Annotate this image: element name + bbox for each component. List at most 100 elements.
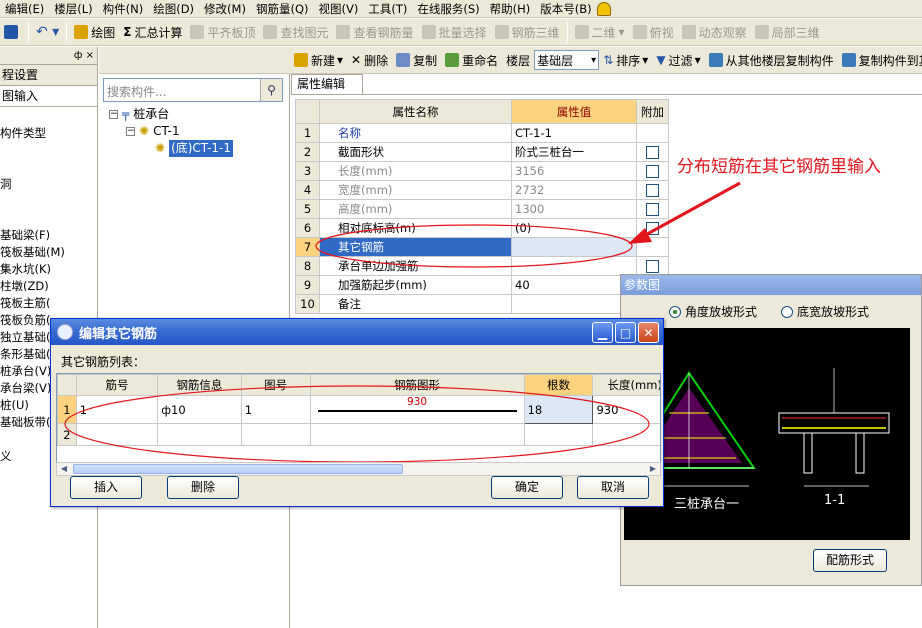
table-row[interactable]: 4 宽度(mm) 2732 — [295, 180, 669, 200]
menu-help[interactable]: 帮助(H) — [485, 1, 536, 17]
cell-prop-name[interactable]: 截面形状 — [319, 142, 512, 162]
copy-from-other-floor-button[interactable]: 从其他楼层复制构件 — [705, 49, 838, 71]
list-item[interactable] — [0, 210, 97, 227]
menu-floor[interactable]: 楼层(L) — [49, 1, 97, 17]
new-button[interactable]: 新建 ▾ — [290, 49, 347, 71]
collapse-icon[interactable]: − — [109, 110, 118, 119]
insert-button[interactable]: 插入 — [70, 476, 142, 499]
list-item[interactable] — [0, 142, 97, 159]
menu-online[interactable]: 在线服务(S) — [412, 1, 484, 17]
search-input[interactable]: 搜索构件... ⚲ — [103, 78, 283, 102]
cell-extra[interactable] — [636, 161, 669, 181]
cell-prop-value[interactable] — [511, 294, 637, 314]
cell-prop-name[interactable]: 加强筋起步(mm) — [319, 275, 512, 295]
list-item[interactable]: 洞 — [0, 176, 97, 193]
cell-prop-value[interactable]: 40 — [511, 275, 637, 295]
filter-button[interactable]: ▼ 过滤 ▾ — [652, 49, 704, 71]
local-3d-button[interactable]: 局部三维 — [751, 21, 824, 43]
cell-prop-value[interactable]: 2732 — [511, 180, 637, 200]
tab-project-settings[interactable]: 程设置 — [0, 65, 97, 86]
tab-property-edit[interactable]: 属性编辑 — [291, 74, 363, 94]
list-item[interactable]: 基础梁(F) — [0, 227, 97, 244]
cell-prop-name[interactable]: 相对底标高(m) — [319, 218, 512, 238]
cell-extra[interactable] — [636, 123, 669, 143]
copy-to-other-floor-button[interactable]: 复制构件到其他楼层 — [838, 49, 922, 71]
list-item[interactable]: 筏板主筋( — [0, 295, 97, 312]
radio-angle-slope[interactable]: 角度放坡形式 — [669, 303, 757, 320]
menu-rebar-qty[interactable]: 钢筋量(Q) — [251, 1, 314, 17]
find-element-button[interactable]: 查找图元 — [259, 21, 332, 43]
search-button[interactable]: ⚲ — [260, 79, 282, 101]
cell-prop-name[interactable]: 名称 — [319, 123, 512, 143]
radio-bottom-width-slope[interactable]: 底宽放坡形式 — [781, 303, 869, 320]
cell-extra[interactable] — [636, 256, 669, 276]
delete-row-button[interactable]: 删除 — [167, 476, 239, 499]
tree-node-root[interactable]: − ╤ 桩承台 — [109, 106, 233, 123]
dynamic-view-button[interactable]: 动态观察 — [678, 21, 751, 43]
rename-button[interactable]: 重命名 — [441, 49, 502, 71]
cell-prop-name[interactable]: 宽度(mm) — [319, 180, 512, 200]
extra-checkbox[interactable] — [646, 184, 659, 197]
cell-extra[interactable] — [636, 199, 669, 219]
cell-prop-value[interactable]: 3156 — [511, 161, 637, 181]
menu-view[interactable]: 视图(V) — [313, 1, 363, 17]
maximize-button[interactable]: □ — [615, 322, 636, 343]
table-row[interactable]: 10 备注 — [295, 294, 669, 314]
table-row[interactable]: 9 加强筋起步(mm) 40 — [295, 275, 669, 295]
table-row[interactable]: 1 名称 CT-1-1 — [295, 123, 669, 143]
table-row[interactable]: 8 承台单边加强筋 — [295, 256, 669, 276]
pin-close-icons[interactable]: ф × — [74, 50, 94, 61]
extra-checkbox[interactable] — [646, 203, 659, 216]
cell-extra[interactable] — [636, 237, 669, 257]
sum-calc-button[interactable]: Σ 汇总计算 — [119, 21, 186, 43]
list-item[interactable] — [0, 193, 97, 210]
rebar-3d-button[interactable]: 钢筋三维 — [491, 21, 564, 43]
delete-button[interactable]: ✕ 删除 — [347, 49, 392, 71]
reference-scrollbar[interactable] — [911, 328, 921, 540]
horizontal-scrollbar[interactable]: ◀ ▶ — [56, 462, 661, 476]
tree-node-leaf[interactable]: ✺ (底)CT-1-1 — [109, 140, 233, 157]
list-item[interactable]: 集水坑(K) — [0, 261, 97, 278]
menu-component[interactable]: 构件(N) — [98, 1, 149, 17]
table-row[interactable]: 3 长度(mm) 3156 — [295, 161, 669, 181]
tab-drawing-input[interactable]: 图输入 — [0, 86, 97, 107]
close-button[interactable]: ✕ — [638, 322, 659, 343]
scroll-thumb[interactable] — [73, 464, 403, 474]
menu-draw[interactable]: 绘图(D) — [148, 1, 199, 17]
cell-prop-value[interactable]: 1300 — [511, 199, 637, 219]
cell-prop-value[interactable] — [511, 256, 637, 276]
view-2d-dropdown[interactable]: 二维 ▾ — [571, 21, 629, 43]
view-top-button[interactable]: 俯视 — [629, 21, 678, 43]
cell-prop-name[interactable]: 长度(mm) — [319, 161, 512, 181]
view-rebar-button[interactable]: 查看钢筋量 — [332, 21, 417, 43]
menu-modify[interactable]: 修改(M) — [199, 1, 251, 17]
cell-prop-name[interactable]: 承台单边加强筋 — [319, 256, 512, 276]
cell-prop-value[interactable]: 阶式三桩台一 — [511, 142, 637, 162]
cell-prop-name[interactable]: 其它钢筋 — [319, 237, 512, 257]
flat-top-button[interactable]: 平齐板顶 — [186, 21, 259, 43]
list-item[interactable] — [0, 159, 97, 176]
save-button[interactable] — [0, 21, 25, 43]
cell-extra[interactable] — [636, 180, 669, 200]
extra-checkbox[interactable] — [646, 146, 659, 159]
floor-select[interactable]: 基础层 ▾ — [534, 50, 600, 70]
cell-prop-value[interactable]: CT-1-1 — [511, 123, 637, 143]
menu-version[interactable]: 版本号(B) — [535, 1, 596, 17]
table-row[interactable]: 2 截面形状 阶式三桩台一 — [295, 142, 669, 162]
scroll-left-icon[interactable]: ◀ — [57, 463, 71, 475]
draw-button[interactable]: 绘图 — [70, 21, 119, 43]
cell-extra[interactable] — [636, 142, 669, 162]
copy-button[interactable]: 复制 — [392, 49, 441, 71]
minimize-button[interactable]: ▁ — [592, 322, 613, 343]
extra-checkbox[interactable] — [646, 222, 659, 235]
cell-extra[interactable] — [636, 218, 669, 238]
cell-prop-value[interactable] — [511, 237, 637, 257]
extra-checkbox[interactable] — [646, 165, 659, 178]
rebar-form-button[interactable]: 配筋形式 — [813, 549, 887, 572]
menu-edit[interactable]: 编辑(E) — [0, 1, 49, 17]
batch-select-button[interactable]: 批量选择 — [418, 21, 491, 43]
cell-prop-name[interactable]: 备注 — [319, 294, 512, 314]
list-item[interactable]: 柱墩(ZD) — [0, 278, 97, 295]
table-row[interactable]: 6 相对底标高(m) (0) — [295, 218, 669, 238]
table-row[interactable]: 7 其它钢筋 — [295, 237, 669, 257]
